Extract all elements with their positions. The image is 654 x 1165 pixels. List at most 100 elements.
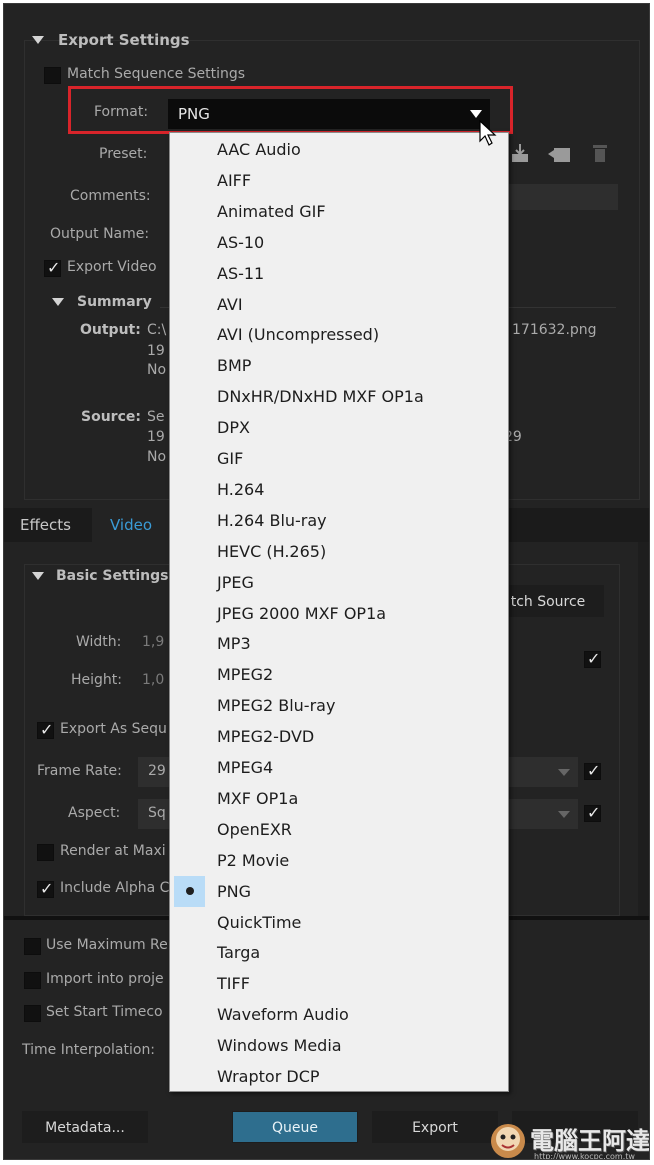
- watermark-logo: 電腦王阿達 http://www.kocpc.com.tw: [488, 1117, 650, 1160]
- format-option[interactable]: Animated GIF: [170, 196, 508, 227]
- match-sequence-checkbox[interactable]: [44, 67, 61, 84]
- output-name-label: Output Name:: [50, 226, 150, 242]
- format-option[interactable]: H.264: [170, 474, 508, 505]
- time-interpolation-label: Time Interpolation:: [22, 1042, 156, 1058]
- format-option[interactable]: P2 Movie: [170, 845, 508, 876]
- tab-effects[interactable]: Effects: [20, 508, 71, 542]
- format-option[interactable]: MPEG2 Blu-ray: [170, 690, 508, 721]
- export-settings-title: Export Settings: [58, 31, 190, 49]
- output-filename: 171632.png: [512, 322, 597, 338]
- export-settings-window: Export Settings Match Sequence Settings …: [3, 3, 650, 1160]
- video-scrollbar[interactable]: [638, 542, 649, 918]
- format-dropdown-list: AAC Audio AIFF Animated GIF AS-10 AS-11 AVI AV…: [169, 132, 509, 1092]
- queue-button-label: Queue: [272, 1120, 318, 1136]
- checkmark-icon: ✓: [47, 258, 61, 277]
- basic-settings-title: Basic Settings: [56, 568, 169, 584]
- collapse-triangle-icon[interactable]: [32, 36, 44, 44]
- highlight-box: [68, 86, 513, 134]
- render-at-max-checkbox[interactable]: [37, 844, 54, 861]
- frame-rate-value: 29: [148, 763, 166, 779]
- comments-label: Comments:: [70, 188, 151, 204]
- format-option[interactable]: JPEG 2000 MXF OP1a: [170, 598, 508, 629]
- import-preset-icon[interactable]: [508, 142, 532, 164]
- tab-video[interactable]: Video: [110, 508, 152, 542]
- width-value[interactable]: 1,9: [142, 634, 164, 650]
- format-option[interactable]: MPEG2: [170, 659, 508, 690]
- queue-button[interactable]: Queue: [232, 1111, 358, 1143]
- format-option[interactable]: OpenEXR: [170, 814, 508, 845]
- format-option[interactable]: AIFF: [170, 165, 508, 196]
- mouse-cursor-icon: [479, 119, 497, 146]
- delete-preset-icon[interactable]: [590, 142, 610, 164]
- format-option[interactable]: Targa: [170, 937, 508, 968]
- source-detail-0: Se: [147, 409, 165, 425]
- height-value[interactable]: 1,0: [142, 672, 164, 688]
- metadata-button[interactable]: Metadata...: [22, 1111, 148, 1143]
- use-max-render-label: Use Maximum Re: [46, 937, 168, 953]
- match-source-label: tch Source: [510, 594, 586, 610]
- set-start-timecode-checkbox[interactable]: [24, 1005, 41, 1022]
- format-option[interactable]: JPEG: [170, 567, 508, 598]
- output-detail-1: 19: [147, 343, 165, 359]
- checkmark-icon: ✓: [40, 879, 54, 898]
- source-label: Source:: [81, 409, 141, 425]
- watermark-text: 電腦王阿達: [530, 1127, 650, 1155]
- aspect-label: Aspect:: [68, 805, 121, 821]
- export-button[interactable]: Export: [372, 1111, 498, 1143]
- dropdown-arrow-icon: [558, 811, 570, 818]
- format-option[interactable]: BMP: [170, 350, 508, 381]
- frame-rate-label: Frame Rate:: [37, 763, 122, 779]
- watermark-url: http://www.kocpc.com.tw: [534, 1152, 635, 1160]
- use-max-render-checkbox[interactable]: [24, 938, 41, 955]
- format-option[interactable]: AS-10: [170, 227, 508, 258]
- checkmark-icon: ✓: [587, 803, 601, 822]
- dropdown-arrow-icon: [558, 769, 570, 776]
- format-option[interactable]: Waveform Audio: [170, 999, 508, 1030]
- format-option[interactable]: DPX: [170, 412, 508, 443]
- format-option[interactable]: Wraptor DCP: [170, 1061, 508, 1092]
- metadata-button-label: Metadata...: [45, 1120, 125, 1136]
- format-option[interactable]: MPEG4: [170, 752, 508, 783]
- format-option[interactable]: H.264 Blu-ray: [170, 505, 508, 536]
- output-path: C:\: [147, 322, 167, 338]
- source-detail-1: 19: [147, 429, 165, 445]
- match-sequence-label: Match Sequence Settings: [67, 66, 246, 82]
- import-into-project-checkbox[interactable]: [24, 972, 41, 989]
- preset-label: Preset:: [99, 146, 148, 162]
- width-label: Width:: [76, 634, 122, 650]
- source-detail-2: No: [147, 449, 167, 465]
- import-into-project-label: Import into proje: [46, 971, 164, 987]
- format-option[interactable]: DNxHR/DNxHD MXF OP1a: [170, 381, 508, 412]
- format-option[interactable]: PNG: [170, 876, 508, 907]
- checkmark-icon: ✓: [587, 649, 601, 668]
- checkmark-icon: ✓: [40, 720, 54, 739]
- basic-settings-triangle-icon[interactable]: [32, 572, 44, 580]
- format-option[interactable]: MP3: [170, 628, 508, 659]
- format-option[interactable]: Windows Media: [170, 1030, 508, 1061]
- export-as-sequence-label: Export As Sequ: [60, 721, 167, 737]
- mascot-icon: [491, 1124, 525, 1158]
- format-option[interactable]: HEVC (H.265): [170, 536, 508, 567]
- format-option[interactable]: MXF OP1a: [170, 783, 508, 814]
- export-button-label: Export: [412, 1120, 458, 1136]
- format-option[interactable]: AVI (Uncompressed): [170, 319, 508, 350]
- comments-field[interactable]: [504, 184, 618, 210]
- save-preset-icon[interactable]: [546, 144, 574, 166]
- summary-title: Summary: [77, 294, 152, 310]
- format-option[interactable]: AVI: [170, 289, 508, 320]
- height-label: Height:: [71, 672, 122, 688]
- render-at-max-label: Render at Maxi: [60, 843, 166, 859]
- summary-triangle-icon[interactable]: [52, 298, 64, 306]
- format-option[interactable]: AAC Audio: [170, 134, 508, 165]
- checkmark-icon: ✓: [587, 761, 601, 780]
- format-option[interactable]: MPEG2-DVD: [170, 721, 508, 752]
- format-option[interactable]: GIF: [170, 443, 508, 474]
- aspect-value: Sq: [148, 805, 166, 821]
- output-label: Output:: [80, 322, 141, 338]
- export-video-label: Export Video: [67, 259, 157, 275]
- format-option[interactable]: QuickTime: [170, 907, 508, 938]
- output-detail-2: No: [147, 362, 167, 378]
- format-option[interactable]: TIFF: [170, 968, 508, 999]
- set-start-timecode-label: Set Start Timeco: [46, 1004, 163, 1020]
- format-option[interactable]: AS-11: [170, 258, 508, 289]
